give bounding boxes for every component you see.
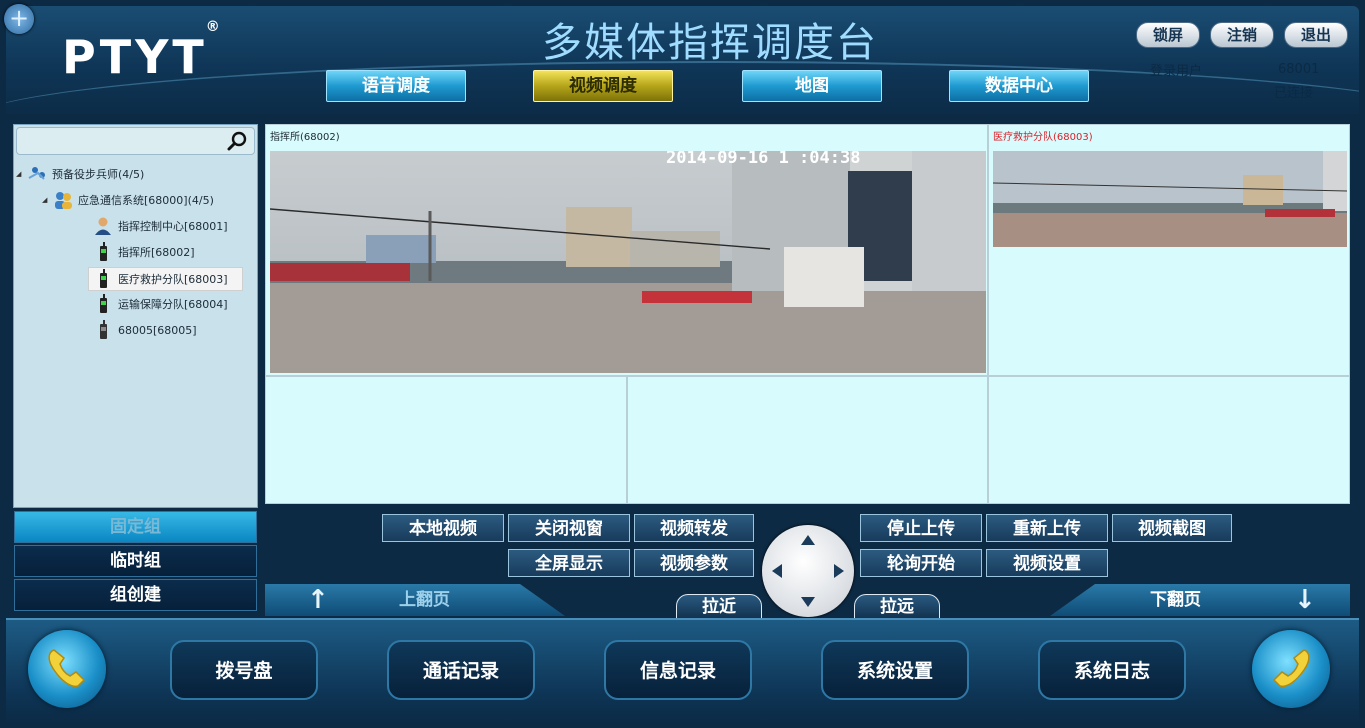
video-feed: 2014-09-16 1 :04:38 <box>270 151 986 373</box>
next-page-button[interactable]: 下翻页 ↓ <box>1050 584 1350 616</box>
arrow-up-icon: ↑ <box>307 585 329 615</box>
create-group-button[interactable]: 组创建 <box>14 579 257 611</box>
video-settings-button[interactable]: 视频设置 <box>986 549 1108 577</box>
tree-node-command-center[interactable]: 指挥控制中心[68001] <box>92 215 228 237</box>
tree-node-label: 预备役步兵师(4/5) <box>52 168 145 181</box>
video-cell-side[interactable]: 医疗救护分队(68003) <box>988 124 1350 376</box>
person-icon <box>95 217 111 235</box>
tree-node-division[interactable]: ◢ 预备役步兵师(4/5) <box>16 163 144 185</box>
tab-voice-dispatch[interactable]: 语音调度 <box>326 70 466 102</box>
search-box <box>16 127 255 155</box>
tree-node-label: 指挥控制中心[68001] <box>118 220 228 233</box>
tab-data-center[interactable]: 数据中心 <box>949 70 1089 102</box>
local-video-button[interactable]: 本地视频 <box>382 514 504 542</box>
ptz-right-icon[interactable] <box>834 564 844 578</box>
network-icon <box>28 167 45 180</box>
expand-icon[interactable]: ◢ <box>42 196 52 204</box>
fullscreen-button[interactable]: 全屏显示 <box>508 549 630 577</box>
video-params-button[interactable]: 视频参数 <box>634 549 754 577</box>
expand-icon[interactable]: ◢ <box>16 170 26 178</box>
zoom-out-button[interactable]: 拉远 <box>854 594 940 620</box>
reupload-button[interactable]: 重新上传 <box>986 514 1108 542</box>
tree-node-emergency-system[interactable]: ◢ 应急通信系统[68000](4/5) <box>42 189 214 211</box>
tree-node-label: 运输保障分队[68004] <box>118 298 228 311</box>
logo: PTYT® <box>62 18 220 84</box>
ptz-up-icon[interactable] <box>801 535 815 545</box>
exit-button[interactable]: 退出 <box>1284 22 1348 48</box>
prev-page-label: 上翻页 <box>399 590 450 610</box>
call-button[interactable] <box>28 630 106 708</box>
next-page-label: 下翻页 <box>1150 590 1201 610</box>
connection-status: 已连接 <box>1274 86 1314 101</box>
tree-node-label: 68005[68005] <box>118 323 197 337</box>
lock-screen-button[interactable]: 锁屏 <box>1136 22 1200 48</box>
tree-node-medical-team[interactable]: 医疗救护分队[68003] <box>88 267 243 291</box>
call-log-button[interactable]: 通话记录 <box>387 640 535 700</box>
video-caption: 指挥所(68002) <box>270 132 340 143</box>
tree-node-command-post[interactable]: 指挥所[68002] <box>92 241 195 263</box>
user-label: 登录用户 <box>1150 64 1203 79</box>
app-window: + PTYT® 多媒体指挥调度台 语音调度 视频调度 地图 数据中心 锁屏 注销… <box>0 0 1365 728</box>
tab-map[interactable]: 地图 <box>742 70 882 102</box>
tree-node-transport-team[interactable]: 运输保障分队[68004] <box>92 293 228 315</box>
zoom-in-button[interactable]: 拉近 <box>676 594 762 620</box>
search-icon[interactable] <box>226 130 248 152</box>
video-cell-empty[interactable] <box>988 376 1350 504</box>
logout-button[interactable]: 注销 <box>1210 22 1274 48</box>
video-cell-empty[interactable] <box>265 376 627 504</box>
close-window-button[interactable]: 关闭视窗 <box>508 514 630 542</box>
ptz-down-icon[interactable] <box>801 597 815 607</box>
message-log-button[interactable]: 信息记录 <box>604 640 752 700</box>
add-icon[interactable]: + <box>4 4 34 34</box>
system-log-button[interactable]: 系统日志 <box>1038 640 1186 700</box>
video-timestamp: 2014-09-16 1 :04:38 <box>666 151 860 168</box>
tree-node-label: 应急通信系统[68000](4/5) <box>78 194 214 207</box>
phone-icon <box>48 649 86 688</box>
system-settings-button[interactable]: 系统设置 <box>821 640 969 700</box>
radio-green-icon <box>100 294 107 313</box>
radio-gray-icon <box>100 320 107 339</box>
radio-green-icon <box>100 242 107 261</box>
group-icon <box>55 192 72 209</box>
video-caption: 医疗救护分队(68003) <box>993 132 1093 143</box>
ptz-dpad <box>762 525 854 617</box>
radio-green-icon <box>100 269 107 288</box>
screenshot-button[interactable]: 视频截图 <box>1112 514 1232 542</box>
poll-start-button[interactable]: 轮询开始 <box>860 549 982 577</box>
device-tree-panel: ◢ 预备役步兵师(4/5) ◢ 应急通信系统[68000](4/5) 指挥控制中… <box>13 124 258 508</box>
forward-video-button[interactable]: 视频转发 <box>634 514 754 542</box>
tree-node-68005[interactable]: 68005[68005] <box>92 319 197 341</box>
video-cell-main[interactable]: 指挥所(68002) 2014-09-16 1:04:38 <box>265 124 988 376</box>
hangup-button[interactable] <box>1252 630 1330 708</box>
video-feed <box>993 151 1347 247</box>
fixed-group-button[interactable]: 固定组 <box>14 511 257 543</box>
prev-page-button[interactable]: ↑ 上翻页 <box>265 584 565 616</box>
phone-icon <box>1272 649 1310 688</box>
stop-upload-button[interactable]: 停止上传 <box>860 514 982 542</box>
ptz-left-icon[interactable] <box>772 564 782 578</box>
search-input[interactable] <box>17 128 225 154</box>
tree-node-label: 指挥所[68002] <box>118 246 195 259</box>
dialpad-button[interactable]: 拨号盘 <box>170 640 318 700</box>
page-title: 多媒体指挥调度台 <box>542 20 878 66</box>
user-id: 68001 <box>1278 62 1320 77</box>
video-cell-empty[interactable] <box>627 376 988 504</box>
video-grid: 指挥所(68002) 2014-09-16 1:04:38 医疗救护分队(68… <box>265 124 1350 504</box>
tree-node-label: 医疗救护分队[68003] <box>118 273 228 286</box>
temp-group-button[interactable]: 临时组 <box>14 545 257 577</box>
arrow-down-icon: ↓ <box>1294 585 1316 615</box>
tab-video-dispatch[interactable]: 视频调度 <box>533 70 673 102</box>
